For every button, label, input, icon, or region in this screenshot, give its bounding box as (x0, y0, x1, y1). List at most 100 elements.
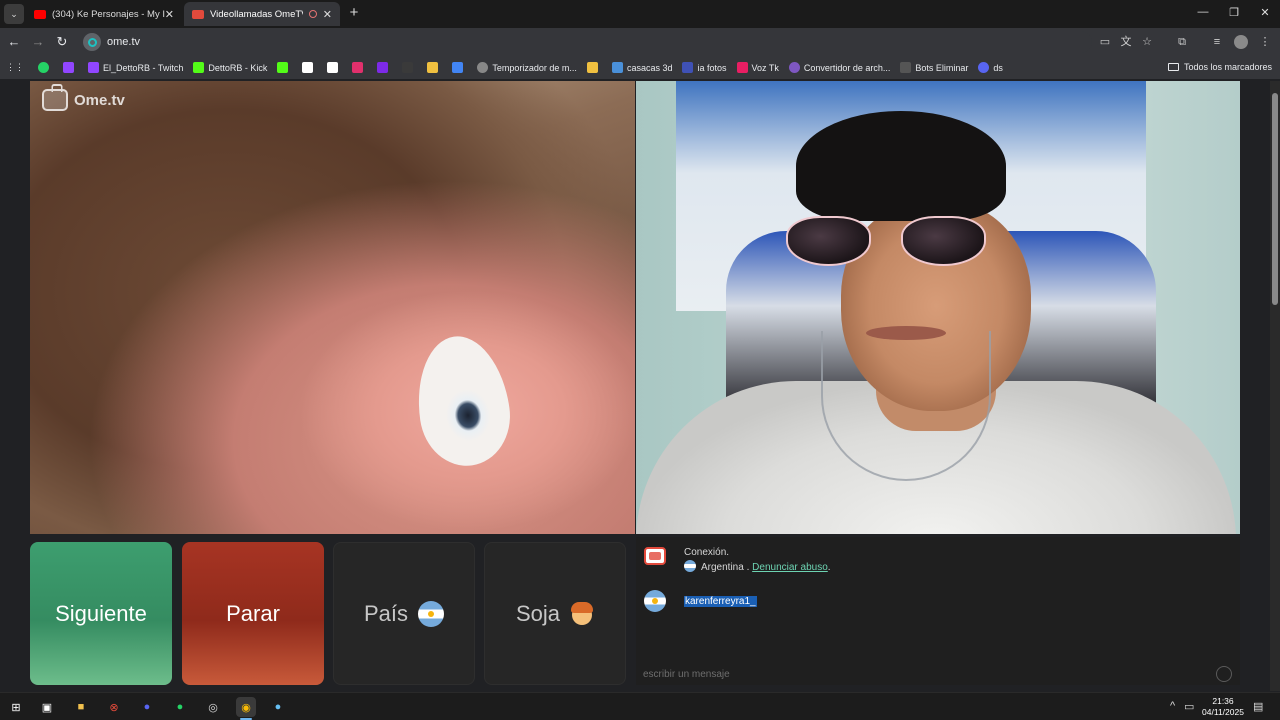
notifications-icon[interactable]: ▤ (1253, 700, 1263, 713)
bookmark-instagram[interactable] (352, 62, 367, 73)
forward-button[interactable]: → (30, 34, 46, 50)
close-window-icon[interactable]: ✕ (1258, 6, 1272, 19)
bookmark-blank[interactable] (402, 62, 417, 73)
partner-message-text[interactable]: karenferreyra1_ (684, 596, 757, 607)
close-tab-icon[interactable]: ✕ (323, 8, 332, 21)
steam-icon[interactable]: ● (268, 697, 288, 717)
tiktok-icon (736, 62, 748, 73)
site-info-icon[interactable] (83, 33, 101, 51)
x-icon (327, 62, 339, 73)
partner-country: Argentina . (701, 562, 750, 573)
page-scrollbar[interactable] (1270, 81, 1280, 691)
bookmark-ds[interactable]: ds (978, 62, 1003, 73)
instagram-icon (352, 62, 364, 73)
bookmark-kick-dettorb[interactable]: DettoRB - Kick (193, 62, 267, 73)
bookmark-voz-tk[interactable]: Voz Tk (736, 62, 779, 73)
chrome-icon[interactable]: ◉ (236, 697, 256, 717)
tab-youtube[interactable]: (304) Ke Personajes - My Immo ✕ (26, 2, 182, 26)
hair (796, 111, 1006, 221)
timer-icon (477, 62, 489, 73)
ometv-page: Ome.tv Siguiente Parar País Soja Conexió… (0, 81, 1280, 691)
system-clock[interactable]: 21:36 04/11/2025 (1196, 696, 1250, 718)
bookmark-convertidor[interactable]: Convertidor de arch... (788, 62, 890, 73)
bookmark-yellow[interactable] (586, 62, 602, 73)
tab-strip: ⌄ (304) Ke Personajes - My Immo ✕ Videol… (0, 0, 1280, 28)
apps-icon (452, 62, 464, 73)
bookmark-icon (586, 62, 598, 73)
whatsapp-icon[interactable]: ● (170, 697, 190, 717)
new-tab-button[interactable]: + (346, 5, 362, 21)
close-tab-icon[interactable]: ✕ (165, 8, 174, 21)
bookmark-twitch[interactable] (63, 62, 78, 73)
chat-input[interactable]: escribir un mensaje (636, 663, 1240, 685)
report-abuse-link[interactable]: Denunciar abuso (752, 562, 828, 573)
bookmark-kick[interactable] (277, 62, 292, 73)
bookmark-whatsapp[interactable] (38, 62, 53, 73)
windows-start-icon[interactable]: ⊞ (6, 697, 26, 717)
all-bookmarks-button[interactable]: Todos los marcadores (1167, 62, 1272, 72)
bookmark-icon (402, 62, 414, 73)
discord-icon[interactable]: ● (137, 697, 157, 717)
boy-emoji-icon (570, 601, 594, 627)
youtube-icon (34, 9, 46, 19)
ometv-icon (192, 9, 204, 19)
menu-icon[interactable]: ⋮ (1258, 35, 1272, 49)
stop-button[interactable]: Parar (182, 542, 324, 685)
bookmark-puzzle[interactable] (427, 62, 442, 73)
tray-chevron-icon[interactable]: ^ (1170, 700, 1175, 712)
profile-avatar[interactable] (1234, 35, 1248, 49)
kick-icon (193, 62, 205, 73)
cast-icon[interactable]: ▭ (1098, 35, 1112, 49)
apps-grid-icon[interactable]: ⋮⋮ (6, 62, 24, 73)
task-view-icon[interactable]: ▣ (37, 697, 57, 717)
app-red-icon[interactable]: ⊗ (104, 697, 124, 717)
reload-button[interactable]: ↻ (54, 34, 70, 50)
twitch-icon (88, 62, 99, 73)
media-control-icon[interactable]: ≡ (1210, 35, 1224, 49)
bookmark-x[interactable] (327, 62, 342, 73)
back-button[interactable]: ← (6, 34, 22, 50)
bookmark-ia-fotos[interactable]: ia fotos (682, 62, 727, 73)
tab-ometv[interactable]: Videollamadas OmeTV — A ✕ (184, 2, 340, 26)
bookmark-apps[interactable] (452, 62, 467, 73)
restore-icon[interactable]: ❐ (1227, 6, 1241, 19)
ai-icon (682, 62, 694, 73)
puzzle-icon (427, 62, 439, 73)
country-filter-button[interactable]: País (333, 542, 475, 685)
bookmark-casacas[interactable]: casacas 3d (611, 62, 672, 73)
kick-icon (277, 62, 289, 73)
obs-icon[interactable]: ◎ (203, 697, 223, 717)
bookmark-temporizador[interactable]: Temporizador de m... (477, 62, 577, 73)
gender-filter-button[interactable]: Soja (484, 542, 626, 685)
sunglasses (786, 216, 996, 271)
network-icon[interactable]: ▭ (1184, 700, 1194, 713)
bookmark-bots[interactable]: Bots Eliminar (900, 62, 968, 73)
bookmarks-bar: ⋮⋮ El_DettoRB - Twitch DettoRB - Kick Te… (0, 56, 1280, 80)
next-button[interactable]: Siguiente (30, 542, 172, 685)
partner-video: Ome.tv (30, 81, 635, 534)
translate-icon[interactable]: 文 (1119, 35, 1133, 49)
chat-input-placeholder: escribir un mensaje (643, 668, 730, 680)
chevron-down-icon: ⌄ (10, 8, 18, 19)
bookmark-twitch-dettorb[interactable]: El_DettoRB - Twitch (88, 62, 183, 73)
connection-text: Conexión. (684, 547, 730, 558)
tv-icon (42, 89, 68, 111)
bookmark-tiktok[interactable] (302, 62, 317, 73)
extensions-icon[interactable]: ⧉ (1175, 35, 1189, 49)
emoji-icon[interactable] (1216, 666, 1232, 682)
scrollbar-thumb[interactable] (1272, 93, 1278, 305)
bookmark-canva[interactable] (377, 62, 392, 73)
tab-search-button[interactable]: ⌄ (4, 4, 24, 24)
argentina-flag-icon (684, 560, 696, 572)
ometv-logo: Ome.tv (42, 89, 125, 111)
partner-flag-avatar (644, 590, 666, 612)
file-explorer-icon[interactable]: ■ (71, 697, 91, 717)
system-message: Conexión. Argentina . Denunciar abuso. (644, 545, 831, 575)
address-bar[interactable]: ome.tv (80, 31, 1092, 53)
whatsapp-icon (38, 62, 49, 73)
star-icon[interactable]: ☆ (1140, 35, 1154, 49)
twitch-icon (63, 62, 74, 73)
minimize-icon[interactable]: — (1196, 6, 1210, 18)
ometv-avatar-icon (644, 547, 666, 565)
url-text: ome.tv (107, 36, 141, 48)
